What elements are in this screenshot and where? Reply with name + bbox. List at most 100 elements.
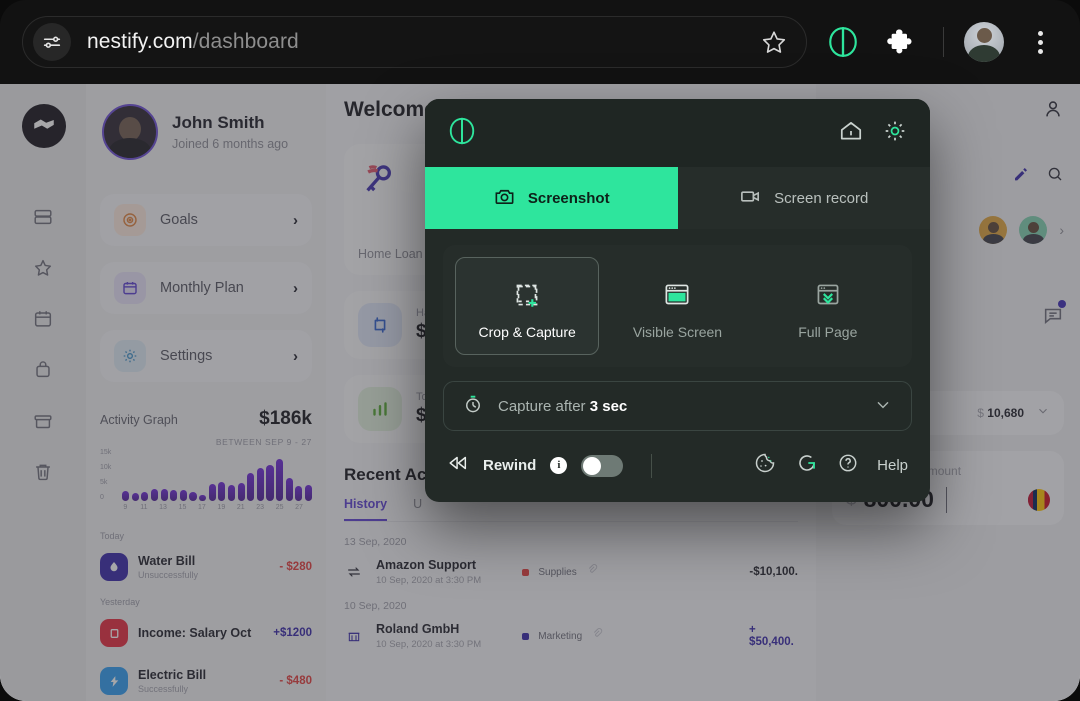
pencil-icon[interactable] <box>1012 165 1030 188</box>
sidebar-item-archive[interactable] <box>30 204 56 230</box>
kebab-menu-icon[interactable] <box>1018 20 1062 64</box>
rewind-icon <box>447 452 469 479</box>
screen: nestify.com/dashboard John Smith Joined … <box>0 0 1080 701</box>
sidebar-item-trash[interactable] <box>30 459 56 485</box>
chart-bar <box>189 492 197 501</box>
table-row[interactable]: Amazon Support 10 Sep, 2020 at 3:30 PM S… <box>344 558 798 586</box>
puzzle-piece-icon[interactable] <box>879 20 923 64</box>
delay-text: Capture after 3 sec <box>498 397 628 415</box>
app-logo[interactable] <box>22 104 66 148</box>
chart-bar <box>141 492 149 501</box>
avatar[interactable] <box>102 104 158 160</box>
stopwatch-icon <box>462 393 484 420</box>
chart-x-tick <box>169 504 176 511</box>
star-icon[interactable] <box>756 24 792 60</box>
sidebar-item-star[interactable] <box>30 255 56 281</box>
mode-full-page[interactable]: Full Page <box>756 257 900 355</box>
chart-x-tick: 17 <box>198 504 206 511</box>
address-bar[interactable]: nestify.com/dashboard <box>22 16 807 68</box>
row-name: Roland GmbH <box>376 622 460 636</box>
flag-icon[interactable] <box>1028 488 1050 511</box>
info-icon[interactable]: i <box>550 457 568 474</box>
url-domain: nestify.com <box>87 30 193 53</box>
row-date: 13 Sep, 2020 <box>344 536 407 548</box>
txn-name: Water Bill <box>138 554 196 568</box>
table-row[interactable]: Roland GmbH 10 Sep, 2020 at 3:30 PM Mark… <box>344 622 798 650</box>
chat-icon[interactable] <box>1042 300 1066 331</box>
mode-visible-screen[interactable]: Visible Screen <box>605 257 749 355</box>
target-icon <box>114 204 146 236</box>
cookie-icon[interactable] <box>753 451 777 480</box>
tab-screen-record[interactable]: Screen record <box>677 167 930 229</box>
chart-x-tick: 13 <box>159 504 167 511</box>
capture-delay-select[interactable]: Capture after 3 sec <box>443 381 912 431</box>
chart-bar <box>150 489 158 501</box>
sidebar-item-bag[interactable] <box>30 357 56 383</box>
refresh-icon[interactable] <box>795 451 819 480</box>
chart-bar <box>247 472 255 501</box>
help-label[interactable]: Help <box>877 457 908 474</box>
help-circle-icon[interactable] <box>837 452 859 479</box>
chart-bar <box>237 482 245 501</box>
page-title: John Smith <box>172 113 265 132</box>
list-item[interactable]: Electric Bill Successfully - $480 <box>100 661 312 701</box>
sidebar-item-inbox[interactable] <box>30 408 56 434</box>
browser-profile-avatar[interactable] <box>964 22 1004 62</box>
chart-bar <box>304 485 312 501</box>
menu-item-goals[interactable]: Goals › <box>100 194 312 246</box>
tab-history[interactable]: History <box>344 497 388 521</box>
mode-label: Full Page <box>798 324 858 340</box>
popup-body: Crop & Capture Visible Screen Full Page … <box>425 229 930 431</box>
chevron-down-icon[interactable] <box>1036 404 1050 423</box>
menu-item-settings[interactable]: Settings › <box>100 330 312 382</box>
chart-y-tick: 10k <box>100 464 112 471</box>
txn-status: Successfully <box>138 684 189 694</box>
attachment-icon <box>586 563 599 581</box>
chart-x-tick <box>208 504 215 511</box>
txn-name: Income: Salary Oct <box>138 626 252 640</box>
avatars-chevron[interactable]: › <box>1059 222 1064 238</box>
chart-bar <box>160 488 168 501</box>
mode-label: Crop & Capture <box>478 324 576 340</box>
person-icon[interactable] <box>1042 98 1064 125</box>
gear-icon[interactable] <box>882 118 908 149</box>
delay-value: 3 sec <box>589 397 628 415</box>
menu-item-monthly-plan[interactable]: Monthly Plan › <box>100 262 312 314</box>
txn-name: Electric Bill <box>138 668 207 682</box>
profile-header: John Smith Joined 6 months ago <box>86 84 326 160</box>
list-item[interactable]: Income: Salary Oct +$1200 <box>100 613 312 653</box>
chevron-right-icon: › <box>293 347 298 365</box>
activity-total: $186k <box>259 408 312 429</box>
mode-label: Visible Screen <box>632 324 723 340</box>
avatar[interactable] <box>1019 216 1048 244</box>
row-date: 10 Sep, 2020 <box>344 600 407 612</box>
tab-upcoming[interactable]: U <box>413 497 422 521</box>
tab-screenshot[interactable]: Screenshot <box>425 167 678 229</box>
chart-bar <box>208 484 216 501</box>
sidebar-item-calendar[interactable] <box>30 306 56 332</box>
calendar-icon <box>114 272 146 304</box>
tab-label: Screen record <box>774 189 869 207</box>
mode-crop-capture[interactable]: Crop & Capture <box>455 257 600 355</box>
search-icon[interactable] <box>1046 165 1064 188</box>
chevron-right-icon: › <box>293 211 298 229</box>
menu-item-label: Settings <box>160 348 213 364</box>
menu-item-label: Monthly Plan <box>160 280 244 296</box>
chart-y-tick: 15k <box>100 449 112 456</box>
extension-popup: Screenshot Screen record Crop & Capture … <box>425 99 930 502</box>
chart-y-tick: 5k <box>100 479 108 486</box>
chart-x-tick <box>150 504 157 511</box>
chevron-down-icon[interactable] <box>873 394 893 419</box>
chart-bar <box>256 468 264 501</box>
sliders-icon[interactable] <box>33 23 71 61</box>
footer-divider <box>651 453 653 478</box>
avatar[interactable] <box>979 216 1008 244</box>
notification-dot <box>1058 300 1066 308</box>
menu-item-label: Goals <box>160 212 198 228</box>
home-icon[interactable] <box>838 118 864 149</box>
list-item[interactable]: Water Bill Unsuccessfully - $280 <box>100 547 312 587</box>
rewind-toggle[interactable] <box>581 454 624 477</box>
sidebar-transactions: Today Water Bill Unsuccessfully - $280 Y… <box>86 531 326 701</box>
nestify-extension-icon[interactable] <box>821 20 865 64</box>
bolt-icon <box>100 667 128 695</box>
